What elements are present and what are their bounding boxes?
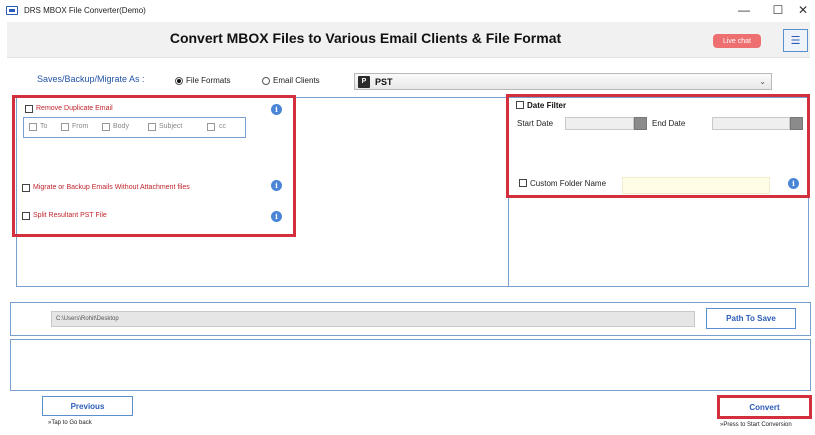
save-as-label: Saves/Backup/Migrate As : bbox=[37, 74, 145, 84]
hamburger-icon: ☰ bbox=[790, 35, 801, 47]
custom-folder-label: Custom Folder Name bbox=[530, 179, 607, 188]
start-date-label: Start Date bbox=[517, 119, 554, 128]
minimize-button[interactable]: — bbox=[727, 0, 761, 20]
path-to-save-button[interactable]: Path To Save bbox=[706, 308, 796, 329]
radio-file-formats[interactable] bbox=[175, 77, 183, 85]
field-to-checkbox[interactable] bbox=[29, 123, 37, 131]
field-from-checkbox[interactable] bbox=[61, 123, 69, 131]
start-date-picker-button[interactable] bbox=[634, 117, 647, 130]
radio-email-clients-label: Email Clients bbox=[273, 76, 320, 85]
custom-folder-checkbox[interactable] bbox=[519, 179, 527, 187]
title-bar: DRS MBOX File Converter(Demo) bbox=[0, 0, 815, 20]
field-to-label: To bbox=[40, 123, 48, 130]
page-title: Convert MBOX Files to Various Email Clie… bbox=[169, 30, 562, 46]
app-icon bbox=[6, 5, 18, 15]
close-button[interactable]: ✕ bbox=[786, 0, 815, 20]
format-select-value: PST bbox=[375, 76, 393, 87]
log-area bbox=[10, 339, 811, 391]
custom-folder-input[interactable] bbox=[622, 177, 770, 194]
info-icon[interactable]: i bbox=[271, 180, 282, 191]
field-subject-checkbox[interactable] bbox=[148, 123, 156, 131]
date-filter-label: Date Filter bbox=[527, 101, 567, 110]
convert-button[interactable]: Convert bbox=[721, 398, 808, 416]
field-from-label: From bbox=[72, 123, 89, 130]
end-date-label: End Date bbox=[652, 119, 686, 128]
remove-duplicate-label: Remove Duplicate Email bbox=[36, 105, 113, 112]
start-date-input[interactable] bbox=[565, 117, 634, 130]
without-attachment-label: Migrate or Backup Emails Without Attachm… bbox=[33, 184, 190, 191]
without-attachment-checkbox[interactable] bbox=[22, 184, 30, 192]
info-icon[interactable]: i bbox=[788, 178, 799, 189]
pst-icon: P bbox=[358, 75, 370, 88]
previous-hint: »Tap to Go back bbox=[48, 420, 92, 426]
info-icon[interactable]: i bbox=[271, 104, 282, 115]
end-date-picker-button[interactable] bbox=[790, 117, 803, 130]
radio-email-clients[interactable] bbox=[262, 77, 270, 85]
info-icon[interactable]: i bbox=[271, 211, 282, 222]
live-chat-button[interactable]: Live chat bbox=[713, 34, 761, 48]
split-pst-checkbox[interactable] bbox=[22, 212, 30, 220]
chevron-down-icon: ⌄ bbox=[759, 77, 766, 86]
remove-duplicate-checkbox[interactable] bbox=[25, 105, 33, 113]
menu-button[interactable]: ☰ bbox=[783, 29, 808, 52]
split-pst-label: Split Resultant PST File bbox=[33, 212, 107, 219]
convert-hint: »Press to Start Conversion bbox=[720, 422, 792, 428]
field-body-label: Body bbox=[113, 123, 129, 130]
field-cc-checkbox[interactable] bbox=[207, 123, 215, 131]
destination-path-input[interactable]: C:\Users\Rohit\Desktop bbox=[51, 311, 695, 327]
radio-file-formats-label: File Formats bbox=[186, 76, 231, 85]
field-body-checkbox[interactable] bbox=[102, 123, 110, 131]
field-cc-label: cc bbox=[219, 123, 226, 130]
format-select[interactable]: P PST ⌄ bbox=[354, 73, 772, 90]
date-filter-checkbox[interactable] bbox=[516, 101, 524, 109]
end-date-input[interactable] bbox=[712, 117, 790, 130]
app-header: Convert MBOX Files to Various Email Clie… bbox=[7, 22, 810, 58]
previous-button[interactable]: Previous bbox=[42, 396, 133, 416]
field-subject-label: Subject bbox=[159, 123, 183, 130]
window-title: DRS MBOX File Converter(Demo) bbox=[24, 5, 146, 15]
